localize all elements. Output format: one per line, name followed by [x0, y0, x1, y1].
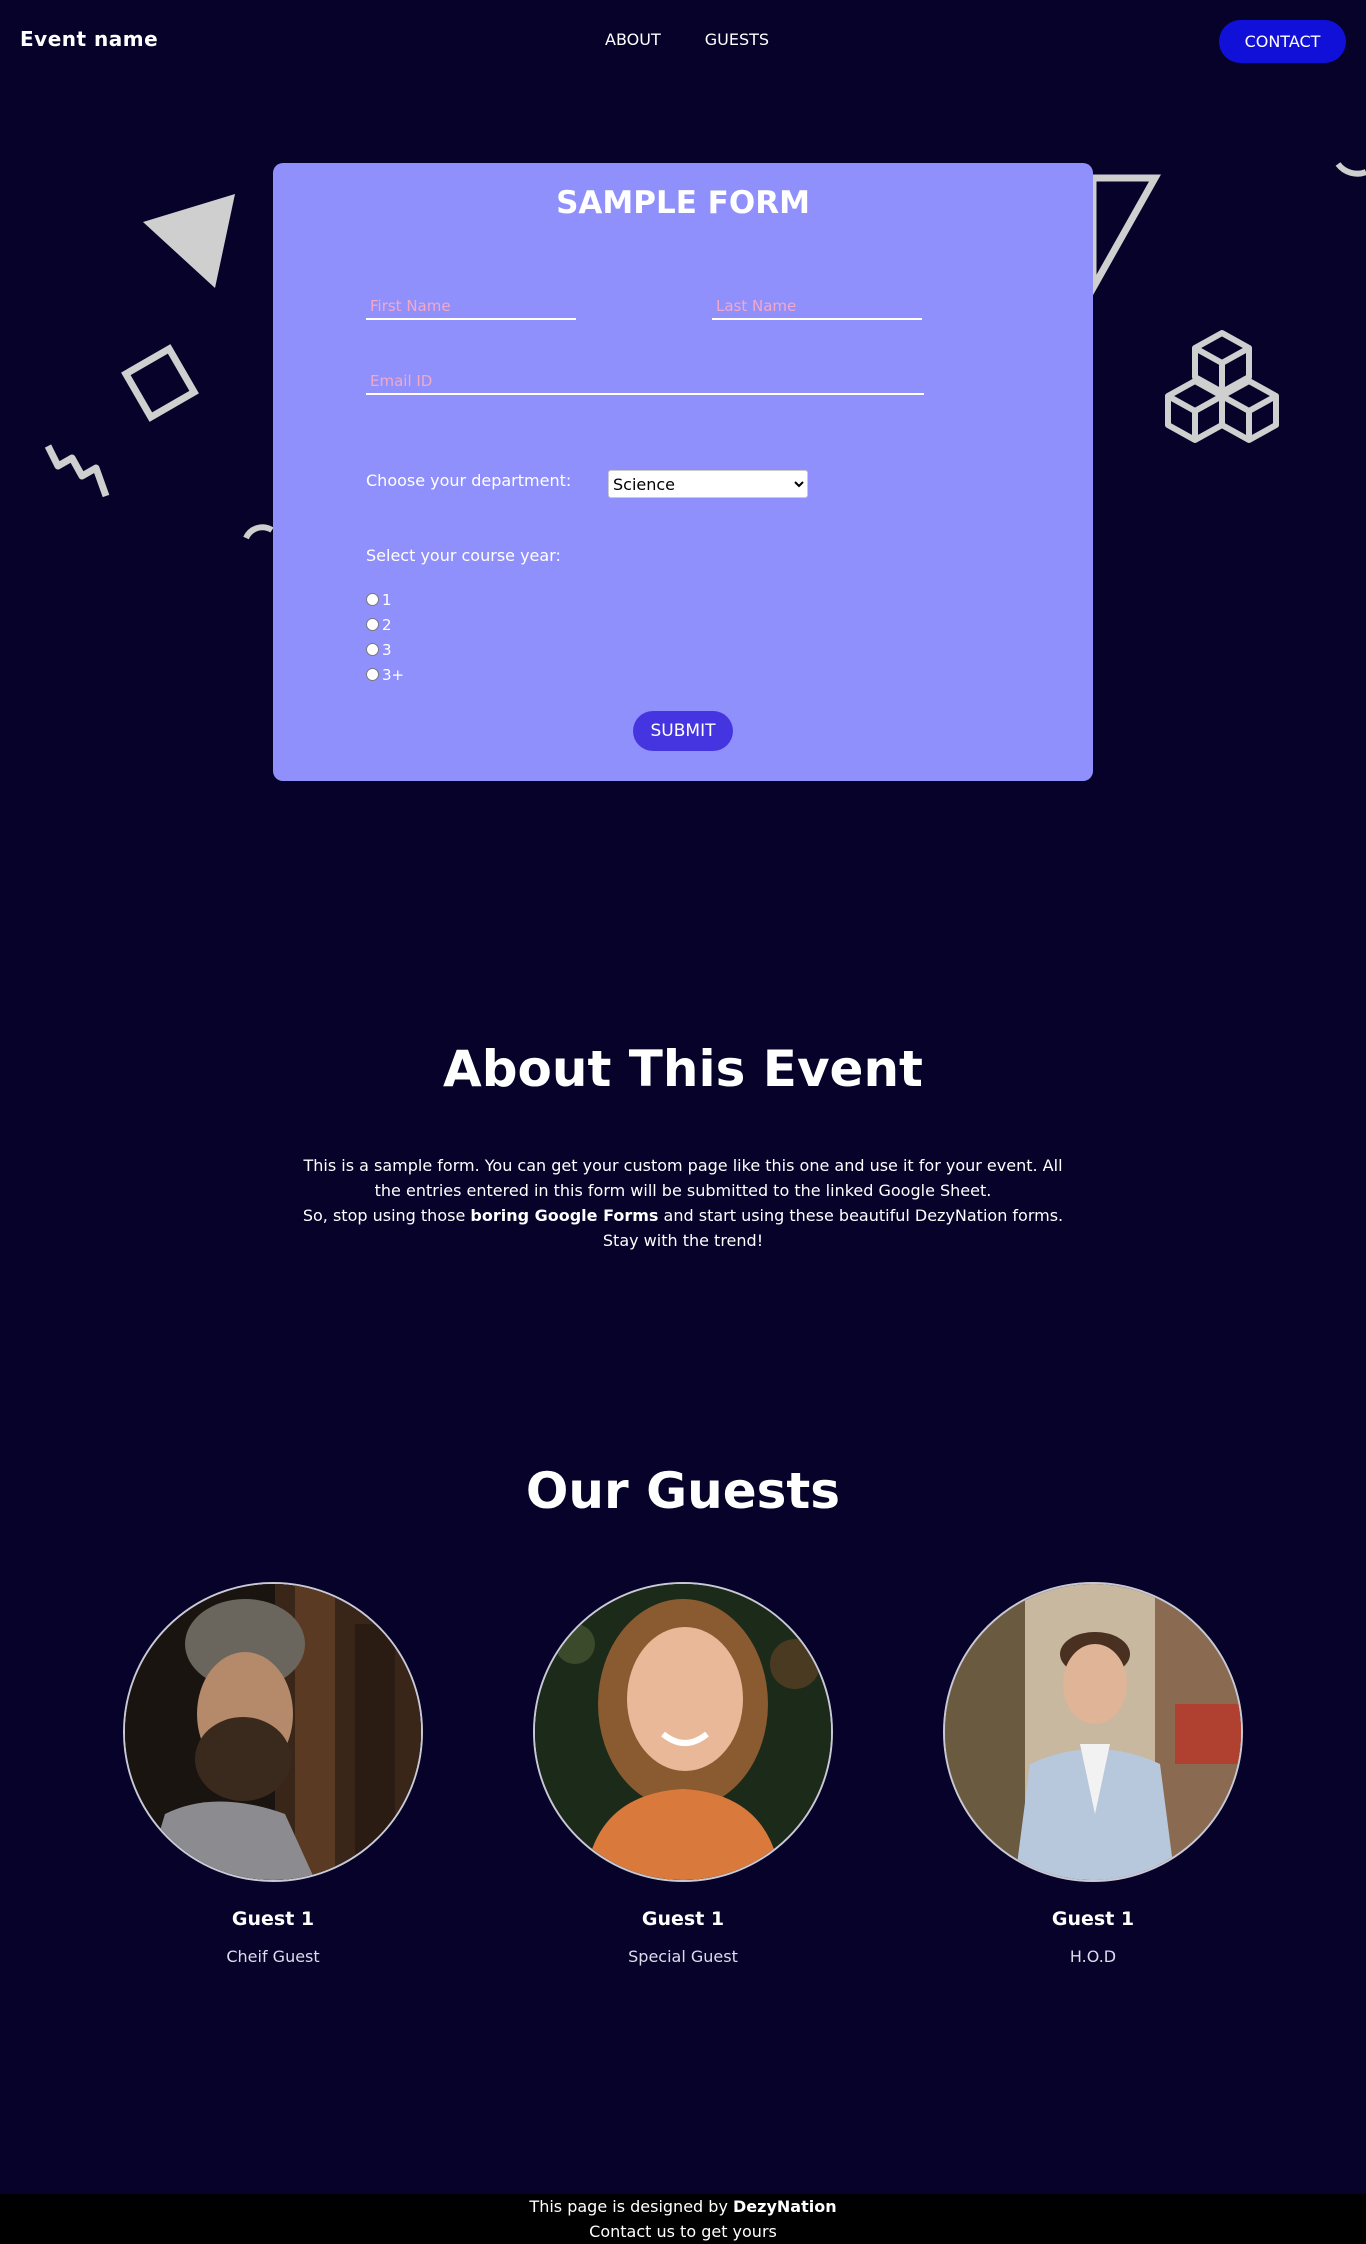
department-select[interactable]: Science: [608, 470, 808, 498]
radio-label: 3: [382, 640, 392, 659]
guest-name: Guest 1: [641, 1908, 725, 1930]
radio-option: 2: [366, 612, 404, 637]
about-line-2: So, stop using those boring Google Forms…: [290, 1203, 1076, 1228]
arc-shape-right: [1335, 162, 1366, 177]
guest-card: Guest 1 H.O.D: [943, 1582, 1243, 1966]
radio-option: 1: [366, 587, 404, 612]
about-description: This is a sample form. You can get your …: [290, 1153, 1076, 1253]
about-line-3: Stay with the trend!: [602, 1231, 764, 1250]
guest-photo: [123, 1582, 423, 1882]
nav-link-about[interactable]: ABOUT: [605, 30, 661, 49]
sample-form-card: SAMPLE FORM Choose your department: Scie…: [273, 163, 1093, 781]
guest-photo: [943, 1582, 1243, 1882]
footer-credit-text: This page is designed by: [529, 2197, 733, 2216]
zigzag-shape: [44, 444, 110, 498]
guest-role: Cheif Guest: [226, 1947, 320, 1966]
course-year-label: Select your course year:: [366, 546, 561, 565]
contact-button[interactable]: CONTACT: [1219, 20, 1346, 63]
top-nav: Event name ABOUT GUESTS CONTACT: [0, 0, 1366, 82]
submit-button[interactable]: SUBMIT: [633, 711, 733, 751]
about-line-2-bold: boring Google Forms: [470, 1206, 659, 1225]
outline-triangle-shape: [1089, 174, 1161, 302]
footer-brand-link[interactable]: DezyNation: [733, 2197, 837, 2216]
course-year-radio-2[interactable]: [366, 618, 379, 631]
form-title: SAMPLE FORM: [556, 185, 810, 221]
nav-link-guests[interactable]: GUESTS: [705, 30, 769, 49]
guest-photo: [533, 1582, 833, 1882]
course-year-group: 1 2 3 3+: [366, 587, 404, 687]
about-title: About This Event: [443, 1040, 923, 1098]
footer: This page is designed by DezyNation Cont…: [0, 2194, 1366, 2244]
radio-option: 3+: [366, 662, 404, 687]
about-line-2-start: So, stop using those: [302, 1206, 471, 1225]
footer-contact-text: Contact us to get yours: [589, 2222, 777, 2241]
department-label: Choose your department:: [366, 471, 572, 490]
course-year-radio-3plus[interactable]: [366, 668, 379, 681]
first-name-input[interactable]: [366, 296, 576, 320]
course-year-radio-3[interactable]: [366, 643, 379, 656]
guest-card: Guest 1 Special Guest: [533, 1582, 833, 1966]
arc-shape: [243, 524, 274, 540]
radio-label: 2: [382, 615, 392, 634]
radio-label: 3+: [382, 665, 405, 684]
footer-credit: This page is designed by DezyNation: [0, 2194, 1366, 2219]
radio-option: 3: [366, 637, 404, 662]
guest-role: Special Guest: [628, 1947, 738, 1966]
guest-portrait-woman-smiling: [535, 1584, 831, 1880]
cubes-shape: [1165, 330, 1279, 443]
guest-role: H.O.D: [1069, 1947, 1117, 1966]
last-name-input[interactable]: [712, 296, 922, 320]
about-line-1: This is a sample form. You can get your …: [303, 1156, 1063, 1200]
brand-logo[interactable]: Event name: [20, 27, 158, 51]
guests-title: Our Guests: [525, 1462, 841, 1520]
email-input[interactable]: [366, 370, 924, 395]
guest-portrait-man-suit: [945, 1584, 1241, 1880]
about-line-2-end: and start using these beautiful DezyNati…: [658, 1206, 1064, 1225]
course-year-radio-1[interactable]: [366, 593, 379, 606]
guest-name: Guest 1: [231, 1908, 315, 1930]
triangle-shape: [143, 194, 235, 288]
nav-links: ABOUT GUESTS: [605, 30, 769, 49]
diamond-shape: [121, 344, 199, 422]
guest-card: Guest 1 Cheif Guest: [123, 1582, 423, 1966]
guest-portrait-man-beard: [125, 1584, 421, 1880]
guest-name: Guest 1: [1051, 1908, 1135, 1930]
radio-label: 1: [382, 590, 392, 609]
